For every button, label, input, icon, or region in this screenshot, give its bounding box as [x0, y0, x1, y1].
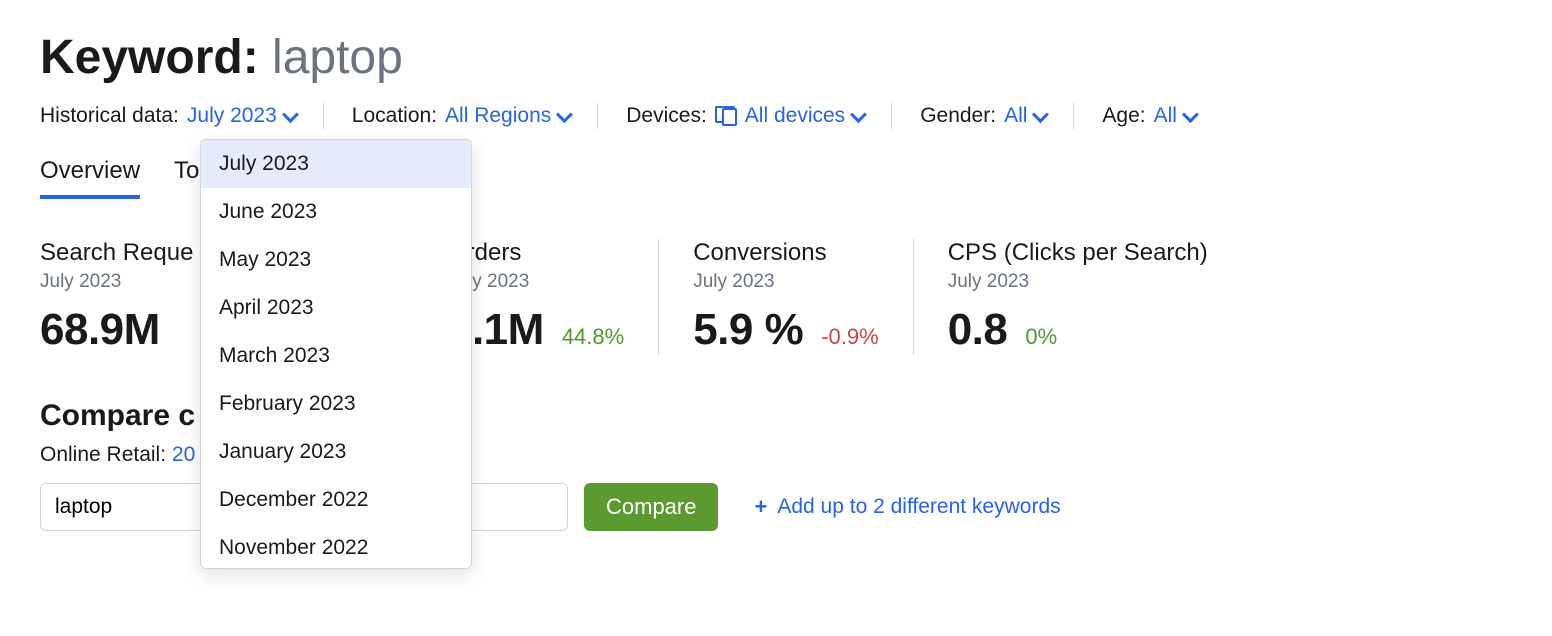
title-keyword: laptop: [272, 31, 403, 84]
filter-gender-label: Gender:: [920, 104, 996, 128]
metric-value-row: 5.9 % -0.9%: [693, 305, 879, 355]
chevron-down-icon: [1032, 106, 1049, 123]
tab-overview[interactable]: Overview: [40, 157, 140, 199]
add-more-label: Add up to 2 different keywords: [777, 495, 1060, 519]
metric-value: 68.9M: [40, 305, 160, 355]
filter-devices[interactable]: Devices: All devices: [626, 104, 863, 128]
dropdown-item[interactable]: December 2022: [201, 476, 471, 524]
metric-title: Orders: [448, 239, 624, 267]
dropdown-item[interactable]: March 2023: [201, 332, 471, 380]
divider: [323, 103, 324, 129]
chevron-down-icon: [1182, 106, 1199, 123]
metric-change: -0.9%: [821, 324, 878, 350]
dropdown-item[interactable]: July 2023: [201, 140, 471, 188]
chevron-down-icon: [282, 106, 299, 123]
page-title: Keyword: laptop: [40, 30, 1512, 85]
dropdown-item[interactable]: November 2022: [201, 524, 471, 568]
divider: [597, 103, 598, 129]
metric-title: Conversions: [693, 239, 879, 267]
metric-sub: July 2023: [40, 271, 193, 293]
metric-sub: July 2023: [948, 271, 1208, 293]
tab-to[interactable]: To: [174, 157, 199, 199]
chevron-down-icon: [850, 106, 867, 123]
filter-age[interactable]: Age: All: [1102, 104, 1195, 128]
dropdown-item[interactable]: April 2023: [201, 284, 471, 332]
chevron-down-icon: [556, 106, 573, 123]
devices-icon: [715, 106, 737, 126]
dropdown-item[interactable]: May 2023: [201, 236, 471, 284]
metric-title: Search Reque: [40, 239, 193, 267]
filter-age-value[interactable]: All: [1154, 104, 1195, 128]
add-more-keywords[interactable]: + Add up to 2 different keywords: [754, 494, 1060, 520]
filter-location[interactable]: Location: All Regions: [352, 104, 569, 128]
filter-historical-label: Historical data:: [40, 104, 179, 128]
filters-bar: Historical data: July 2023 Location: All…: [40, 103, 1512, 129]
metric-sub: July 2023: [693, 271, 879, 293]
dropdown-item[interactable]: February 2023: [201, 380, 471, 428]
filter-historical-value[interactable]: July 2023: [187, 104, 295, 128]
metric-card: CPS (Clicks per Search) July 2023 0.8 0%: [913, 239, 1242, 355]
metric-value-row: 0.8 0%: [948, 305, 1208, 355]
filter-gender[interactable]: Gender: All: [920, 104, 1045, 128]
metric-value: 5.9 %: [693, 305, 803, 355]
compare-button[interactable]: Compare: [584, 483, 718, 531]
historical-dropdown: July 2023June 2023May 2023April 2023Marc…: [200, 139, 472, 569]
compare-sub-link[interactable]: 20: [172, 443, 195, 466]
divider: [891, 103, 892, 129]
filter-gender-value[interactable]: All: [1004, 104, 1045, 128]
metric-value: 0.8: [948, 305, 1008, 355]
title-prefix: Keyword:: [40, 31, 272, 84]
plus-icon: +: [754, 494, 767, 520]
metric-card: Conversions July 2023 5.9 % -0.9%: [658, 239, 913, 355]
compare-sub-label: Online Retail:: [40, 443, 172, 466]
metric-title: CPS (Clicks per Search): [948, 239, 1208, 267]
metric-value-row: 68.9M: [40, 305, 193, 355]
dropdown-item[interactable]: June 2023: [201, 188, 471, 236]
filter-devices-value[interactable]: All devices: [745, 104, 863, 128]
filter-location-label: Location:: [352, 104, 437, 128]
metric-change: 44.8%: [562, 324, 624, 350]
divider: [1073, 103, 1074, 129]
filter-age-label: Age:: [1102, 104, 1145, 128]
filter-historical[interactable]: Historical data: July 2023: [40, 104, 295, 128]
metric-value-row: 3.1M44.8%: [448, 305, 624, 355]
metric-change: 0%: [1025, 324, 1057, 350]
metric-sub: July 2023: [448, 271, 624, 293]
dropdown-item[interactable]: January 2023: [201, 428, 471, 476]
filter-devices-label: Devices:: [626, 104, 707, 128]
filter-location-value[interactable]: All Regions: [445, 104, 569, 128]
